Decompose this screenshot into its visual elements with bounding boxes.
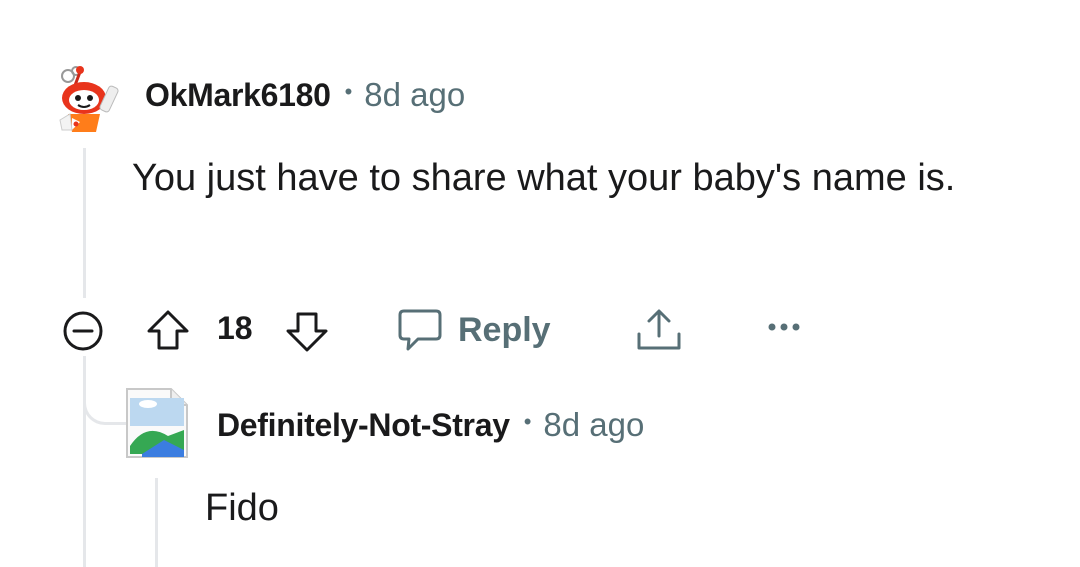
reply-body: Fido <box>205 487 279 529</box>
reply-timestamp: 8d ago <box>543 406 645 443</box>
thread-line-main-lower[interactable] <box>83 356 86 567</box>
comment-thread: OkMark6180 • 8d ago You just have to sha… <box>0 0 1080 567</box>
reply-meta: Definitely-Not-Stray • 8d ago <box>217 404 644 446</box>
comment-meta: OkMark6180 • 8d ago <box>145 74 465 116</box>
comment-body: You just have to share what your baby's … <box>132 157 956 199</box>
downvote-icon[interactable] <box>283 310 331 354</box>
speech-bubble-icon <box>398 309 442 351</box>
comment-author[interactable]: OkMark6180 <box>145 77 331 114</box>
thread-line-main[interactable] <box>83 148 86 298</box>
reply-meta-separator: • <box>523 409 532 434</box>
thread-line-reply[interactable] <box>155 478 158 567</box>
reply-author[interactable]: Definitely-Not-Stray <box>217 407 510 444</box>
upvote-icon[interactable] <box>144 308 192 352</box>
collapse-thread-icon[interactable] <box>59 310 107 352</box>
meta-separator: • <box>344 79 353 104</box>
comment-timestamp: 8d ago <box>364 76 466 113</box>
vote-score: 18 <box>217 310 253 346</box>
comment-actions: 18 Reply <box>0 300 1080 360</box>
more-options-icon[interactable] <box>764 320 804 334</box>
reply-user-avatar[interactable] <box>124 386 190 460</box>
share-icon[interactable] <box>634 306 684 354</box>
user-avatar[interactable] <box>50 58 122 134</box>
thread-connector <box>83 396 126 425</box>
reply-button[interactable]: Reply <box>396 306 551 354</box>
reply-label: Reply <box>458 310 551 349</box>
